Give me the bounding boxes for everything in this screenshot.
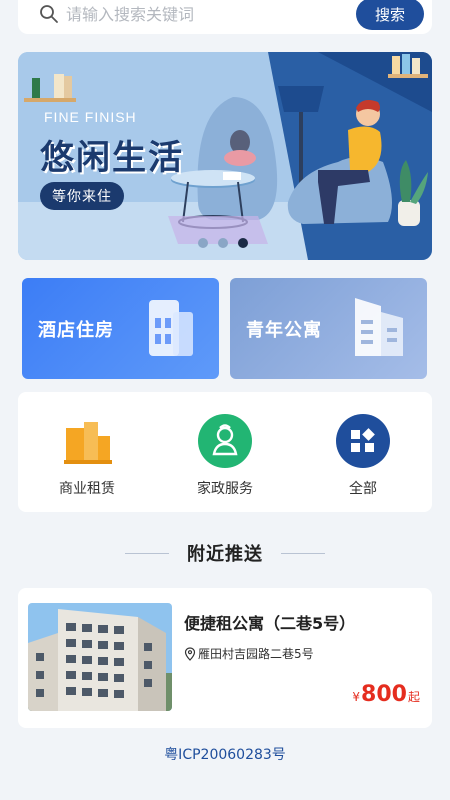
price-suffix: 起 bbox=[407, 690, 420, 704]
carousel-dot[interactable] bbox=[198, 238, 208, 248]
listing-address: 雁田村吉园路二巷5号 bbox=[184, 645, 314, 662]
divider bbox=[125, 552, 169, 554]
listing-title[interactable]: 便捷租公寓（二巷5号） bbox=[184, 610, 355, 634]
nearby-section-header: 附近推送 bbox=[0, 540, 450, 566]
quick-action-commercial-lease[interactable]: 商业租赁 bbox=[32, 414, 142, 498]
carousel-indicator bbox=[198, 238, 248, 248]
carousel-dot-active[interactable] bbox=[238, 238, 248, 248]
search-input[interactable] bbox=[66, 4, 356, 24]
listing-address-text: 雁田村吉园路二巷5号 bbox=[198, 647, 314, 661]
quick-action-label: 家政服务 bbox=[197, 481, 253, 497]
quick-action-housekeeping[interactable]: 家政服务 bbox=[170, 414, 280, 498]
quick-action-all[interactable]: 全部 bbox=[308, 414, 418, 498]
category-hotel[interactable]: 酒店住房 bbox=[22, 278, 219, 379]
search-icon bbox=[38, 3, 60, 25]
icp-registration[interactable]: 粤ICP20060283号 bbox=[0, 744, 450, 764]
price-currency: ¥ bbox=[352, 690, 361, 704]
quick-action-label: 全部 bbox=[349, 481, 377, 497]
housekeeper-icon bbox=[198, 414, 252, 468]
banner-title: 悠闲生活 bbox=[40, 138, 184, 178]
commercial-building-icon bbox=[60, 414, 114, 468]
banner-cta-button[interactable]: 等你来住 bbox=[40, 182, 124, 210]
search-button[interactable]: 搜索 bbox=[356, 0, 424, 30]
hotel-building-icon bbox=[149, 300, 193, 356]
listing-card[interactable]: 便捷租公寓（二巷5号） 雁田村吉园路二巷5号 ¥ 800 起 bbox=[18, 588, 432, 728]
carousel-dot[interactable] bbox=[218, 238, 228, 248]
divider bbox=[281, 552, 325, 554]
promo-banner[interactable]: FINE FINISH 悠闲生活 等你来住 bbox=[18, 52, 432, 260]
listing-photo bbox=[28, 603, 172, 711]
category-hotel-label: 酒店住房 bbox=[38, 320, 114, 341]
search-bar: 搜索 bbox=[18, 0, 432, 34]
price-value: 800 bbox=[361, 682, 407, 707]
apartment-building-icon bbox=[355, 298, 403, 356]
section-title: 附近推送 bbox=[187, 544, 263, 565]
quick-actions-panel: 商业租赁 家政服务 全部 bbox=[18, 392, 432, 512]
quick-action-label: 商业租赁 bbox=[59, 481, 115, 497]
listing-price: ¥ 800 起 bbox=[352, 682, 420, 707]
all-grid-icon bbox=[336, 414, 390, 468]
banner-tagline: FINE FINISH bbox=[44, 109, 137, 125]
category-youth-label: 青年公寓 bbox=[246, 320, 322, 341]
category-youth-apartment[interactable]: 青年公寓 bbox=[230, 278, 427, 379]
location-pin-icon bbox=[184, 646, 196, 661]
